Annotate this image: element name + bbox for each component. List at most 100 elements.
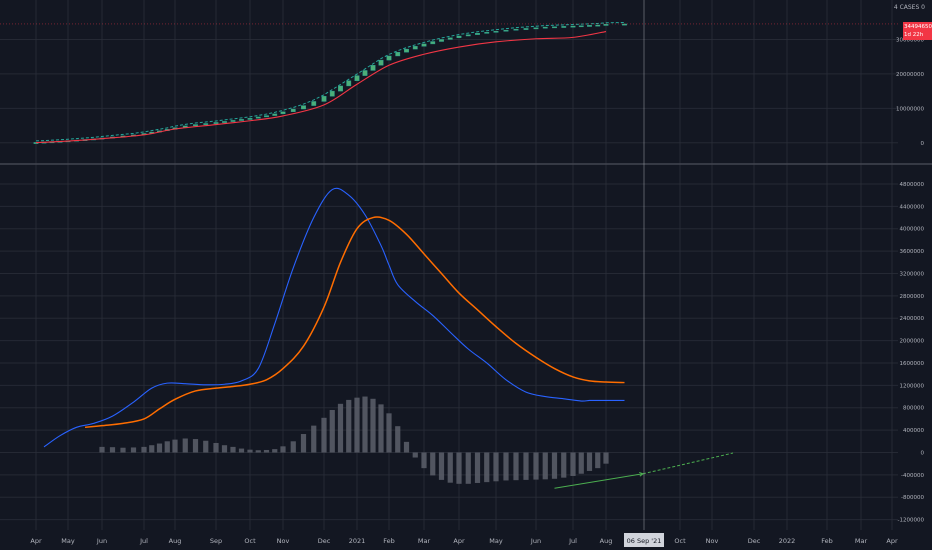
candle [603,24,609,26]
x-tick-label: Apr [453,537,465,545]
x-tick-label: Aug [600,537,613,545]
candle [404,48,409,53]
histogram-bar [447,452,453,483]
histogram-bar [221,445,228,453]
top-axis-header: 4 CASES 0 [894,4,925,11]
candle [503,29,509,32]
histogram-bar [280,446,286,453]
chart-canvas[interactable]: 0100000002000000030000000-1200000-800000… [0,0,932,550]
candle [272,113,278,116]
histogram-bar [230,446,236,453]
histogram-bar [120,447,126,453]
x-tick-label: May [61,537,75,545]
x-tick-label: Dec [748,537,761,545]
candle [338,85,343,92]
candle [395,51,401,57]
y-tick-label: 2400000 [900,316,925,322]
candle [213,122,219,124]
last-price-tag: 34494650 1d 22h [903,22,932,40]
histogram-bar [421,452,427,469]
histogram-bar [542,452,548,480]
candle [378,59,384,66]
candle [421,43,427,47]
y-tick-label: -800000 [901,495,924,501]
histogram-bar [263,449,270,453]
candle [439,39,444,42]
x-tick-label: Mar [855,537,868,545]
candle [493,30,499,33]
histogram-bar [99,446,105,453]
candle [386,55,392,61]
y-tick-label: 4800000 [900,182,925,188]
histogram-bar [533,452,539,480]
histogram-bar [370,398,376,453]
histogram-bar [412,452,418,458]
histogram-bar [300,434,307,453]
x-tick-label: 2022 [779,537,796,545]
candle [239,119,244,121]
x-tick-label: Jun [96,537,107,545]
histogram-bar [290,441,296,453]
histogram-bar [346,399,352,453]
histogram-bar [238,448,245,453]
x-tick-label: Jul [568,537,577,545]
candle [264,115,269,118]
y-tick-label: 3600000 [900,249,925,255]
candle [561,26,567,28]
x-tick-label: Aug [169,537,182,545]
candle [465,34,471,37]
x-tick-label: Mar [418,537,431,545]
histogram-bar [465,452,471,484]
x-tick-label: Jul [139,537,148,545]
last-price-value: 34494650 [904,24,932,30]
x-tick-label: Nov [706,537,719,545]
histogram-bar [272,449,278,453]
y-tick-label: -400000 [901,473,924,479]
histogram-bar [362,396,368,453]
candle [203,123,209,125]
candle [456,35,462,38]
x-tick-label: Oct [674,537,686,545]
histogram-bar [430,452,436,476]
candle [247,118,253,120]
histogram-bar [321,417,327,453]
candle [484,32,490,34]
x-tick-label: Apr [30,537,42,545]
histogram-bar [182,438,188,453]
histogram-bar [586,452,593,471]
histogram-bar [493,452,499,482]
candle [475,33,480,35]
histogram-bar [311,425,317,453]
histogram-bar [551,452,558,479]
y-tick-label: 3200000 [900,271,925,277]
candle [570,25,576,28]
candle [513,28,519,31]
histogram-bar [156,443,163,453]
y-tick-label: 1200000 [900,383,925,389]
histogram-bar [603,452,609,464]
x-tick-label: Nov [277,537,290,545]
histogram-bar [474,452,481,483]
y-tick-label: 800000 [903,406,924,412]
histogram-bar [456,452,462,484]
candle [311,101,317,106]
y-tick-label: 2000000 [900,339,925,345]
candle [523,28,529,30]
histogram-bar [354,397,360,453]
histogram-bar [484,452,490,483]
histogram-bar [203,440,209,453]
histogram-bar [378,404,384,453]
histogram-bar [255,450,261,453]
y-tick-label: 400000 [903,428,924,434]
histogram-bar [595,452,601,469]
candle [354,75,360,81]
candle [447,37,453,40]
x-tick-label: 2021 [349,537,366,545]
y-tick-label: 20000000 [896,72,924,78]
crosshair-date-text: 06 Sep '21 [627,537,662,545]
y-tick-label: 4000000 [900,227,925,233]
histogram-bar [247,449,253,453]
histogram-bar [149,445,155,453]
candle [321,96,327,102]
histogram-bar [109,447,116,453]
